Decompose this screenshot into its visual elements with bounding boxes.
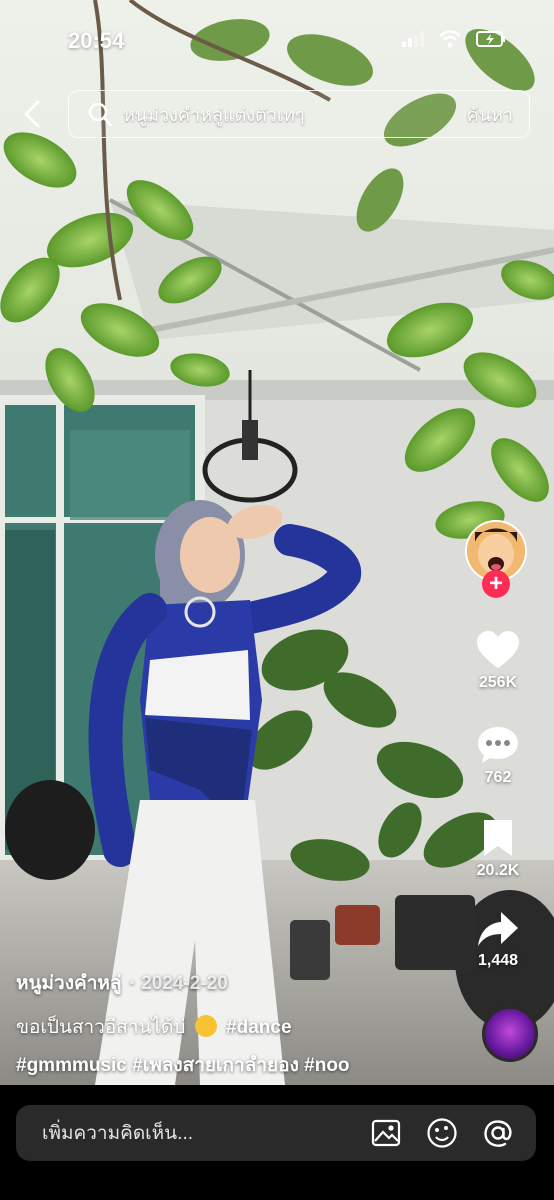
save-button[interactable]: 20.2K: [442, 818, 554, 880]
comment-placeholder[interactable]: เพิ่มความคิดเห็น...: [42, 1118, 368, 1148]
follow-button[interactable]: +: [482, 570, 510, 598]
flushed-emoji-icon: [194, 1015, 217, 1037]
share-count: 1,448: [477, 952, 519, 969]
caption-text: ขอเป็นสาวอีสานได้บ่: [16, 1017, 186, 1038]
share-arrow-icon: [478, 912, 518, 946]
post-date: · 2024-2-20: [129, 973, 228, 994]
like-button[interactable]: 256K: [442, 630, 554, 692]
caption-header: หนูม่วงคำหลู่ · 2024-2-20: [16, 968, 466, 998]
like-count: 256K: [478, 674, 518, 691]
status-time: 20:54: [68, 28, 125, 53]
search-icon: [85, 99, 115, 129]
emoji-icon[interactable]: [424, 1115, 460, 1151]
search-query[interactable]: หนูม่วงคำหลู่แต่งตัวเทๆ: [123, 100, 467, 129]
caption-text-line: ขอเป็นสาวอีสานได้บ่ #dance: [16, 1012, 466, 1042]
search-input[interactable]: หนูม่วงคำหลู่แต่งตัวเทๆ ค้นหา: [68, 90, 530, 138]
wifi-icon: [438, 30, 462, 53]
save-count: 20.2K: [476, 862, 520, 879]
creator-avatar[interactable]: +: [465, 520, 529, 600]
hashtag-dance[interactable]: #dance: [226, 1017, 291, 1038]
status-icons: [402, 30, 506, 53]
comment-bubble-icon: [478, 727, 518, 763]
hashtag-gmmmusic[interactable]: #gmmmusic: [16, 1055, 127, 1076]
comment-count: 762: [484, 769, 512, 786]
hashtag-noo[interactable]: #noo: [304, 1055, 349, 1076]
author-name[interactable]: หนูม่วงคำหลู่: [16, 968, 122, 998]
chevron-left-icon: [24, 100, 40, 128]
video-caption: หนูม่วงคำหลู่ · 2024-2-20 ขอเป็นสาวอีสาน…: [16, 968, 466, 1080]
back-button[interactable]: [14, 96, 50, 132]
caption-hashtags-line: #gmmmusic #เพลงสายเกาลำยอง #noo: [16, 1050, 466, 1080]
comment-button[interactable]: 762: [442, 725, 554, 787]
bookmark-icon: [484, 820, 512, 856]
mention-icon[interactable]: [480, 1115, 516, 1151]
status-bar: 20:54: [0, 0, 554, 80]
plus-icon: +: [488, 570, 503, 597]
image-icon[interactable]: [368, 1115, 404, 1151]
comment-input[interactable]: เพิ่มความคิดเห็น...: [16, 1105, 536, 1161]
share-button[interactable]: 1,448: [442, 910, 554, 970]
search-submit-button[interactable]: ค้นหา: [467, 100, 513, 129]
music-disc[interactable]: [482, 1006, 538, 1062]
hashtag-song[interactable]: #เพลงสายเกาลำยอง: [132, 1055, 299, 1076]
heart-icon: [477, 631, 519, 668]
comment-bar: เพิ่มความคิดเห็น...: [0, 1085, 554, 1200]
signal-icon: [402, 31, 424, 52]
battery-charging-icon: [476, 30, 506, 53]
